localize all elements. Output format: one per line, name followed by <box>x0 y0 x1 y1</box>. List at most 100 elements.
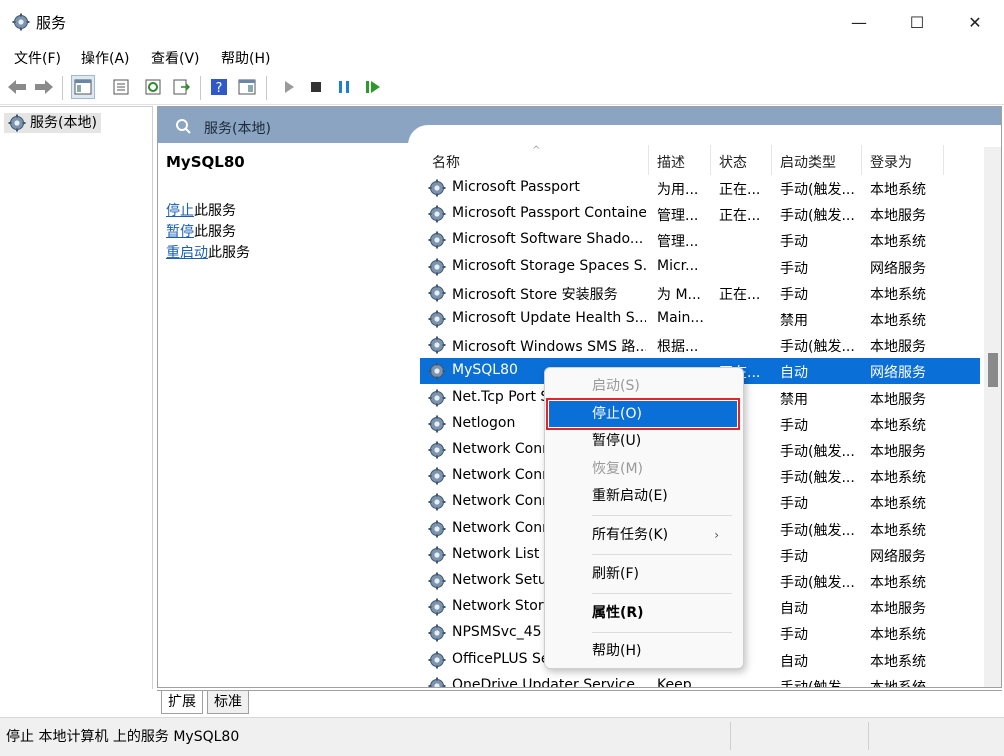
menu-bar: 文件(F) 操作(A) 查看(V) 帮助(H) <box>0 44 1004 70</box>
service-gear-icon <box>428 257 446 276</box>
cell-startup: 手动(触发... <box>780 339 855 356</box>
table-row[interactable]: OneDrive Updater Service Keep... 手动(触发... 本… <box>420 673 980 688</box>
console-tree-icon[interactable] <box>71 75 95 99</box>
table-row[interactable]: Microsoft Update Health S... Main... 禁用 本地系… <box>420 306 980 332</box>
service-gear-icon <box>428 362 446 381</box>
toolbar: ? <box>0 72 1004 105</box>
ctx-properties[interactable]: 属性(R) <box>549 600 737 626</box>
pause-service-link[interactable]: 暂停 <box>166 224 194 240</box>
refresh-icon[interactable] <box>142 76 164 98</box>
cell-logon: 本地系统 <box>870 234 926 251</box>
export-list-icon[interactable] <box>170 76 192 98</box>
cell-startup: 手动(触发... <box>780 679 855 688</box>
menu-view[interactable]: 查看(V) <box>151 48 200 68</box>
column-name[interactable]: 名称 <box>432 152 460 172</box>
cell-desc: Keep... <box>657 676 705 688</box>
search-gear-icon <box>176 119 191 134</box>
cell-startup: 手动(触发... <box>780 575 855 591</box>
table-row[interactable]: Microsoft Store 安装服务 为 M... 正在... 手动 本地系统 <box>420 280 980 306</box>
restart-service-link[interactable]: 重启动 <box>166 245 208 261</box>
cell-logon: 网络服务 <box>870 548 926 565</box>
table-row[interactable]: Microsoft Passport 为用... 正在... 手动(触发... 本地系统 <box>420 175 980 201</box>
ctx-all-tasks[interactable]: 所有任务(K) › <box>549 522 737 548</box>
service-gear-icon <box>428 493 446 512</box>
svg-text:?: ? <box>216 81 223 96</box>
menu-help[interactable]: 帮助(H) <box>221 48 270 68</box>
tree-item-services-local[interactable]: 服务(本地) <box>4 113 101 133</box>
cell-name: Microsoft Update Health S... <box>452 310 646 326</box>
column-startup-type[interactable]: 启动类型 <box>780 152 836 172</box>
pause-service-icon[interactable] <box>333 76 355 98</box>
table-row[interactable]: Microsoft Storage Spaces S... Micr... 手动 网络… <box>420 254 980 280</box>
cell-logon: 网络服务 <box>870 260 926 277</box>
tab-extended[interactable]: 扩展 <box>161 691 203 714</box>
menu-file[interactable]: 文件(F) <box>14 48 61 68</box>
context-menu: 启动(S) 停止(O) 暂停(U) 恢复(M) 重新启动(E) 所有任务(K) … <box>544 367 744 669</box>
cell-logon: 本地系统 <box>870 627 926 644</box>
service-gear-icon <box>428 519 446 538</box>
cell-logon: 本地系统 <box>870 182 926 198</box>
stop-service-link[interactable]: 停止 <box>166 203 194 219</box>
table-row[interactable]: Microsoft Windows SMS 路... 根据... 手动(触发... 本… <box>420 332 980 358</box>
cell-startup: 手动 <box>780 286 808 303</box>
menu-action[interactable]: 操作(A) <box>81 48 130 68</box>
scrollbar-thumb[interactable] <box>988 353 998 387</box>
restart-service-line: 重启动此服务 <box>166 245 250 261</box>
table-row[interactable]: Microsoft Passport Container 管理... 正在... 手动… <box>420 201 980 227</box>
service-gear-icon <box>428 283 446 302</box>
status-text: 停止 本地计算机 上的服务 MySQL80 <box>6 729 240 745</box>
stop-service-icon[interactable] <box>305 76 327 98</box>
ctx-stop[interactable]: 停止(O) <box>546 398 740 430</box>
stop-service-line: 停止此服务 <box>166 203 236 219</box>
service-gear-icon <box>428 598 446 617</box>
ctx-start[interactable]: 启动(S) <box>549 373 737 399</box>
vertical-scrollbar[interactable] <box>984 147 1001 687</box>
cell-name: Microsoft Passport Container <box>452 205 646 222</box>
console-tree: 服务(本地) <box>0 106 153 689</box>
cell-startup: 手动 <box>780 496 808 513</box>
help-icon[interactable]: ? <box>208 76 230 98</box>
start-service-icon[interactable] <box>278 76 300 98</box>
service-gear-icon <box>428 467 446 486</box>
back-arrow-icon[interactable] <box>6 76 28 98</box>
cell-logon: 本地系统 <box>870 496 926 513</box>
cell-desc: 根据... <box>657 339 699 356</box>
cell-logon: 本地服务 <box>870 601 926 618</box>
cell-logon: 本地系统 <box>870 470 926 487</box>
cell-logon: 本地系统 <box>870 679 926 688</box>
column-description[interactable]: 描述 <box>657 152 685 172</box>
service-gear-icon <box>428 624 446 643</box>
maximize-button[interactable]: ☐ <box>888 0 946 44</box>
restart-service-icon[interactable] <box>362 76 384 98</box>
service-gear-icon <box>428 179 446 197</box>
services-gear-icon <box>8 114 26 132</box>
cell-status: 正在... <box>719 286 761 303</box>
cell-name: Microsoft Store 安装服务 <box>452 286 618 303</box>
cell-desc: 为用... <box>657 182 699 198</box>
table-row[interactable]: Microsoft Software Shado... 管理... 手动 本地系统 <box>420 227 980 253</box>
window-title: 服务 <box>36 14 67 32</box>
ctx-resume[interactable]: 恢复(M) <box>549 456 737 482</box>
title-bar: 服务 — ☐ ✕ <box>0 0 1004 44</box>
ctx-help[interactable]: 帮助(H) <box>549 638 737 664</box>
column-status[interactable]: 状态 <box>719 152 747 172</box>
ctx-restart[interactable]: 重新启动(E) <box>549 483 737 509</box>
cell-startup: 手动(触发... <box>780 470 855 487</box>
tab-standard[interactable]: 标准 <box>207 691 249 714</box>
cell-startup: 手动(触发... <box>780 444 855 460</box>
show-hide-icon[interactable] <box>236 76 258 98</box>
properties-icon[interactable] <box>110 76 132 98</box>
pane-title: 服务(本地) <box>204 121 271 137</box>
minimize-button[interactable]: — <box>830 0 888 44</box>
cell-startup: 自动 <box>780 601 808 618</box>
service-gear-icon <box>428 336 446 355</box>
forward-arrow-icon[interactable] <box>33 76 55 98</box>
service-gear-icon <box>428 545 446 564</box>
pause-service-line: 暂停此服务 <box>166 224 236 240</box>
ctx-pause[interactable]: 暂停(U) <box>549 428 737 454</box>
column-log-on-as[interactable]: 登录为 <box>870 152 912 172</box>
cell-logon: 本地系统 <box>870 522 926 539</box>
cell-desc: 管理... <box>657 234 699 251</box>
close-button[interactable]: ✕ <box>946 0 1004 44</box>
ctx-refresh[interactable]: 刷新(F) <box>549 561 737 587</box>
